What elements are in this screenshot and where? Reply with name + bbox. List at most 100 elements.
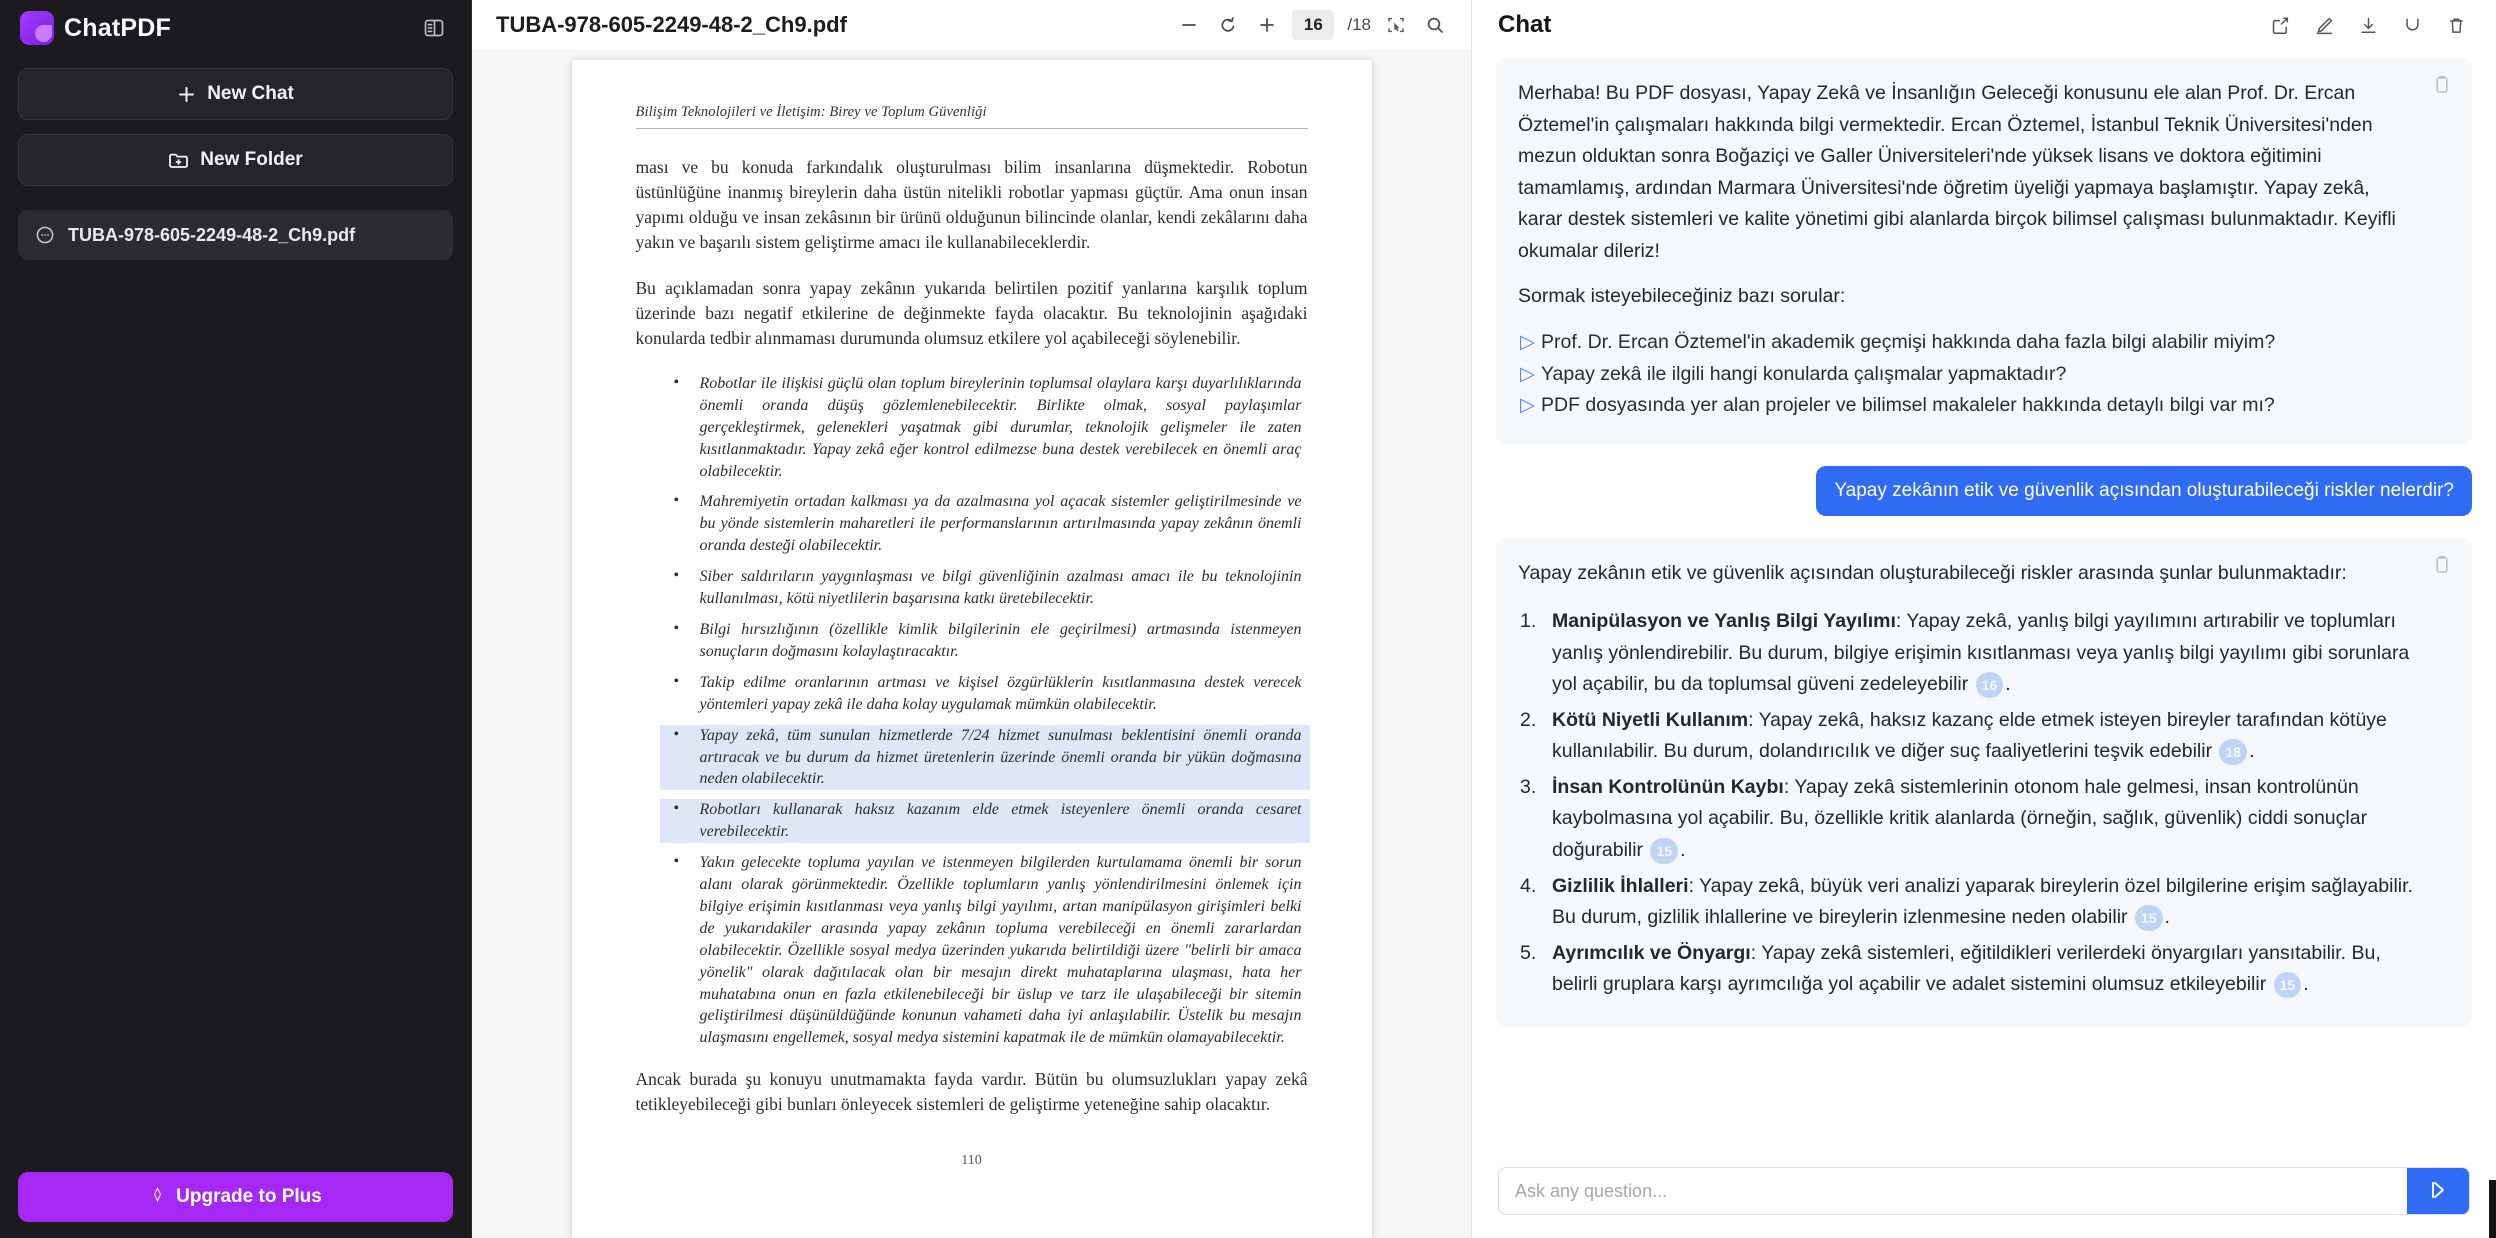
user-message-row: Yapay zekânın etik ve güvenlik açısından… <box>1496 465 2472 517</box>
answer-item-title: Kötü Niyetli Kullanım <box>1552 708 1749 731</box>
running-head-rule <box>635 128 1308 129</box>
select-area-icon[interactable] <box>1382 11 1410 39</box>
pdf-running-head: Bilişim Teknolojileri ve İletişim: Birey… <box>635 104 987 120</box>
pdf-bullet-item: Mahremiyetin ortadan kalkması ya da azal… <box>674 490 1302 557</box>
copy-icon[interactable] <box>2432 554 2454 576</box>
chat-composer-bar <box>1472 1160 2496 1238</box>
answer-lead-text: Yapay zekânın etik ve güvenlik açısından… <box>1518 562 2347 585</box>
answer-item-title: Ayrımcılık ve Önyargı <box>1552 941 1751 964</box>
pdf-page: Bilişim Teknolojileri ve İletişim: Birey… <box>571 60 1372 1238</box>
answer-item-title: İnsan Kontrolünün Kaybı <box>1552 775 1784 798</box>
pdf-document-title: TUBA-978-605-2249-48-2_Ch9.pdf <box>496 12 847 37</box>
chat-pane: Chat Merhaba! Bu PDF dosyası, Yapay Zekâ… <box>1472 0 2496 1238</box>
upgrade-to-plus-label: Upgrade to Plus <box>176 1186 322 1207</box>
sidebar: ChatPDF New Chat New Folder TUBA-978-605… <box>0 0 472 1238</box>
assistant-greeting-text: Merhaba! Bu PDF dosyası, Yapay Zekâ ve İ… <box>1518 82 2396 262</box>
chat-header: Chat <box>1472 0 2496 50</box>
pdf-bullet-list: Robotlar ile ilişkisi güçlü olan toplum … <box>636 372 1308 1049</box>
pdf-page-folio: 110 <box>961 1152 982 1168</box>
upgrade-to-plus-button[interactable]: Upgrade to Plus <box>18 1172 453 1222</box>
refresh-icon[interactable] <box>2398 11 2426 39</box>
answer-item-title: Manipülasyon ve Yanlış Bilgi Yayılımı <box>1552 609 1896 632</box>
zoom-in-plus-icon[interactable] <box>1253 11 1281 39</box>
rotate-ccw-icon[interactable] <box>1214 11 1242 39</box>
suggestion-text: PDF dosyasında yer alan projeler ve bili… <box>1541 394 2275 417</box>
pdf-file-icon <box>34 225 56 245</box>
citation-badge[interactable]: 15 <box>1650 837 1679 864</box>
download-icon[interactable] <box>2354 11 2382 39</box>
answer-item: Gizlilik İhlalleri: Yapay zekâ, büyük ve… <box>1518 871 2414 934</box>
pdf-scroll-area[interactable]: Bilişim Teknolojileri ve İletişim: Birey… <box>472 50 1471 1238</box>
suggestion-list: ▷ Prof. Dr. Ercan Öztemel'in akademik geç… <box>1518 327 2414 422</box>
new-chat-label: New Chat <box>207 83 294 104</box>
answer-item: Kötü Niyetli Kullanım: Yapay zekâ, haksı… <box>1518 705 2414 768</box>
sidebar-panel-toggle-icon[interactable] <box>419 13 449 43</box>
question-input[interactable] <box>1499 1168 2407 1214</box>
pdf-paragraph-2: Bu açıklamadan sonra yapay zekânın yukar… <box>635 278 1308 349</box>
search-icon[interactable] <box>1421 11 1449 39</box>
new-folder-button[interactable]: New Folder <box>18 134 453 186</box>
answer-item-title: Gizlilik İhlalleri <box>1552 874 1689 897</box>
brand-name: ChatPDF <box>64 13 171 42</box>
sidebar-actions: New Chat New Folder <box>0 56 471 186</box>
user-message-bubble: Yapay zekânın etik ve güvenlik açısından… <box>1816 465 2472 517</box>
sidebar-file-name: TUBA-978-605-2249-48-2_Ch9.pdf <box>68 224 356 245</box>
copy-icon[interactable] <box>2432 74 2454 96</box>
chat-panel-title: Chat <box>1498 11 1552 38</box>
suggestion-text: Yapay zekâ ile ilgili hangi konularda ça… <box>1541 362 2067 385</box>
answer-item-tail: . <box>2164 906 2170 929</box>
file-list: TUBA-978-605-2249-48-2_Ch9.pdf <box>0 210 471 260</box>
window-right-edge <box>2489 1180 2496 1238</box>
composer <box>1498 1167 2470 1215</box>
edit-pencil-icon[interactable] <box>2310 11 2338 39</box>
folder-plus-icon <box>168 151 189 170</box>
suggestion-item[interactable]: ▷ PDF dosyasında yer alan projeler ve bil… <box>1518 390 2414 422</box>
answer-item: Ayrımcılık ve Önyargı: Yapay zekâ sistem… <box>1518 938 2414 1001</box>
new-folder-label: New Folder <box>200 149 303 170</box>
pdf-toolbar-controls: 16 /18 <box>1175 10 1449 40</box>
pdf-bullet-item-highlighted: Yapay zekâ, tüm sunulan hizmetlerde 7/24… <box>673 724 1302 791</box>
suggestion-item[interactable]: ▷ Prof. Dr. Ercan Öztemel'in akademik geç… <box>1518 327 2414 359</box>
chatpdf-logo-icon <box>20 11 54 45</box>
suggestion-text: Prof. Dr. Ercan Öztemel'in akademik geçm… <box>1541 331 2276 354</box>
chat-header-actions <box>2266 11 2470 39</box>
answer-item-tail: . <box>2005 673 2011 696</box>
pdf-toolbar: TUBA-978-605-2249-48-2_Ch9.pdf 16 /18 <box>472 0 1471 50</box>
page-total-label: /18 <box>1347 15 1371 34</box>
sidebar-file-item[interactable]: TUBA-978-605-2249-48-2_Ch9.pdf <box>18 210 453 260</box>
pdf-bullet-item: Yakın gelecekte topluma yayılan ve isten… <box>674 851 1302 1049</box>
answer-item-tail: . <box>2249 740 2255 763</box>
pdf-bullet-item: Takip edilme oranlarının artması ve kişi… <box>674 671 1302 716</box>
new-chat-button[interactable]: New Chat <box>18 68 453 120</box>
zoom-out-minus-icon[interactable] <box>1175 11 1203 39</box>
send-icon <box>2426 1178 2450 1205</box>
pdf-bullet-item: Bilgi hırsızlığının (özellikle kimlik bi… <box>674 618 1302 663</box>
page-number-input[interactable]: 16 <box>1292 10 1335 40</box>
assistant-answer-message: Yapay zekânın etik ve güvenlik açısından… <box>1496 538 2472 1027</box>
chat-message-list[interactable]: Merhaba! Bu PDF dosyası, Yapay Zekâ ve İ… <box>1472 50 2496 1160</box>
play-triangle-icon: ▷ <box>1520 362 1535 385</box>
pdf-bullet-item: Siber saldırıların yaygınlaşması ve bilg… <box>674 565 1302 610</box>
trash-icon[interactable] <box>2442 11 2470 39</box>
pdf-bullet-item: Robotlar ile ilişkisi güçlü olan toplum … <box>674 372 1302 483</box>
play-triangle-icon: ▷ <box>1520 394 1535 417</box>
sidebar-footer: Upgrade to Plus <box>0 1172 471 1238</box>
app-root: ChatPDF New Chat New Folder TUBA-978-605… <box>0 0 2496 1238</box>
plus-icon <box>177 85 196 104</box>
citation-badge[interactable]: 18 <box>2219 739 2248 766</box>
send-button[interactable] <box>2407 1168 2469 1214</box>
answer-item: Manipülasyon ve Yanlış Bilgi Yayılımı: Y… <box>1518 606 2414 701</box>
answer-item-list: Manipülasyon ve Yanlış Bilgi Yayılımı: Y… <box>1518 606 2414 1001</box>
citation-badge[interactable]: 15 <box>2273 972 2302 999</box>
diamond-icon <box>149 1186 166 1209</box>
citation-badge[interactable]: 15 <box>2134 905 2163 931</box>
brand: ChatPDF <box>20 11 171 45</box>
pdf-bullet-item-highlighted: Robotları kullanarak haksız kazanım elde… <box>673 798 1302 844</box>
assistant-intro-message: Merhaba! Bu PDF dosyası, Yapay Zekâ ve İ… <box>1496 58 2472 444</box>
citation-badge[interactable]: 16 <box>1975 671 2004 698</box>
suggestion-item[interactable]: ▷ Yapay zekâ ile ilgili hangi konularda ç… <box>1518 359 2414 391</box>
share-icon[interactable] <box>2266 11 2294 39</box>
answer-item-tail: . <box>1680 839 1686 861</box>
pdf-paragraph-3: Ancak burada şu konuyu unutmamakta fayda… <box>635 1069 1308 1115</box>
pdf-paragraph-1: ması ve bu konuda farkındalık oluşturulm… <box>635 157 1308 252</box>
